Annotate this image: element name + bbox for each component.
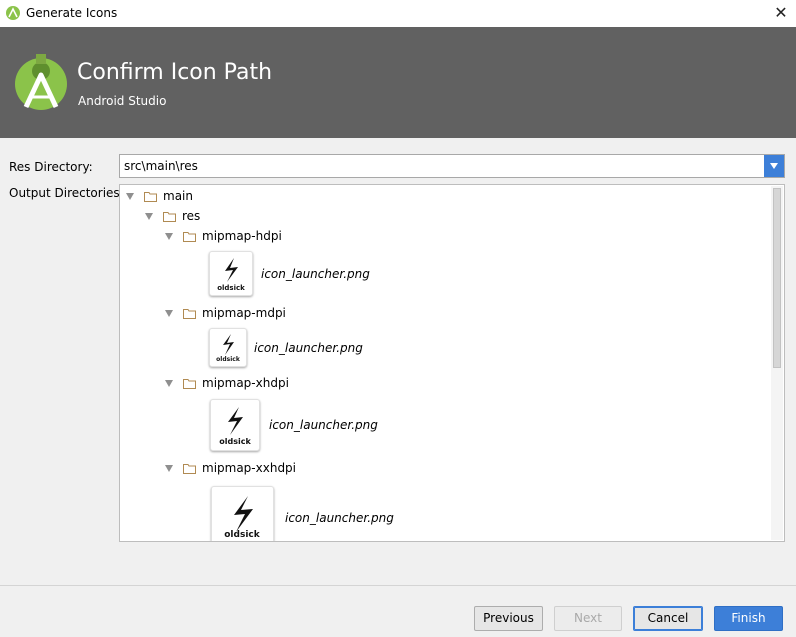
icon-text: oldsick	[217, 284, 245, 292]
launcher-icon-preview: oldsick	[211, 486, 274, 541]
tree-node-main[interactable]: main	[126, 186, 193, 206]
file-label: icon_launcher.png	[269, 418, 378, 432]
tree-node-mipmap-hdpi[interactable]: mipmap-hdpi	[165, 226, 282, 246]
expand-arrow-icon[interactable]	[165, 309, 173, 317]
tree-node-label: res	[182, 209, 201, 223]
scrollbar-thumb[interactable]	[773, 188, 781, 368]
file-label: icon_launcher.png	[254, 341, 363, 355]
oldsick-logo-icon: oldsick	[224, 496, 261, 540]
window-title: Generate Icons	[26, 6, 118, 20]
res-directory-label: Res Directory:	[9, 160, 93, 174]
icon-text: oldsick	[216, 356, 241, 363]
expand-arrow-icon[interactable]	[126, 192, 134, 200]
tree-node-label: mipmap-hdpi	[202, 229, 282, 243]
tree-node-label: main	[163, 189, 193, 203]
title-bar: Generate Icons ✕	[0, 0, 796, 27]
tree-node-mipmap-xxhdpi[interactable]: mipmap-xxhdpi	[165, 458, 296, 478]
tree-node-label: mipmap-xxhdpi	[202, 461, 297, 475]
tree-node-label: mipmap-mdpi	[202, 306, 286, 320]
oldsick-logo-icon: oldsick	[217, 258, 245, 292]
tree-node-label: mipmap-xhdpi	[202, 376, 289, 390]
android-studio-logo-icon	[15, 54, 67, 110]
chevron-down-icon[interactable]	[764, 155, 784, 177]
res-directory-select[interactable]: src\main\res	[119, 154, 785, 178]
folder-icon	[183, 463, 196, 474]
finish-button[interactable]: Finish	[714, 606, 783, 631]
folder-icon	[183, 308, 196, 319]
icon-text: oldsick	[224, 530, 260, 540]
footer-divider	[0, 585, 796, 586]
file-label: icon_launcher.png	[261, 267, 370, 281]
page-subtitle: Android Studio	[78, 94, 167, 108]
expand-arrow-icon[interactable]	[145, 212, 153, 220]
tree-node-mipmap-xhdpi[interactable]: mipmap-xhdpi	[165, 373, 289, 393]
vertical-scrollbar[interactable]	[771, 186, 783, 540]
output-directories-tree[interactable]: main res mipmap-hdpi oldsick icon_launch…	[119, 184, 785, 542]
expand-arrow-icon[interactable]	[165, 379, 173, 387]
launcher-icon-preview: oldsick	[210, 399, 260, 451]
header-banner: Confirm Icon Path Android Studio	[0, 27, 796, 138]
oldsick-logo-icon: oldsick	[219, 407, 251, 446]
oldsick-logo-icon: oldsick	[216, 334, 241, 363]
close-icon[interactable]: ✕	[771, 3, 791, 23]
folder-icon	[183, 231, 196, 242]
android-studio-icon	[6, 6, 20, 20]
folder-icon	[144, 191, 157, 202]
launcher-icon-preview: oldsick	[209, 328, 247, 367]
folder-icon	[183, 378, 196, 389]
folder-icon	[163, 211, 176, 222]
launcher-icon-preview: oldsick	[209, 251, 253, 296]
res-directory-value: src\main\res	[124, 159, 198, 173]
expand-arrow-icon[interactable]	[165, 232, 173, 240]
icon-text: oldsick	[219, 437, 251, 446]
next-button[interactable]: Next	[554, 606, 622, 631]
cancel-button[interactable]: Cancel	[633, 606, 703, 631]
page-title: Confirm Icon Path	[77, 60, 273, 85]
previous-button[interactable]: Previous	[474, 606, 543, 631]
output-directories-label: Output Directories:	[9, 186, 124, 200]
file-label: icon_launcher.png	[285, 511, 394, 525]
tree-node-mipmap-mdpi[interactable]: mipmap-mdpi	[165, 303, 286, 323]
tree-node-res[interactable]: res	[145, 206, 200, 226]
expand-arrow-icon[interactable]	[165, 464, 173, 472]
